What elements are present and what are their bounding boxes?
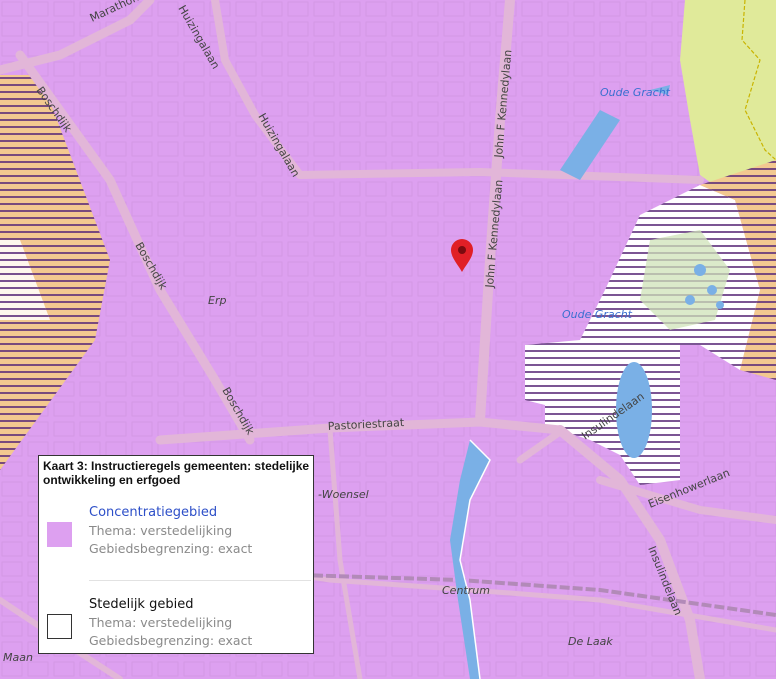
label-oude-gracht-mid: Oude Gracht (562, 308, 633, 321)
legend-swatch-stedelijk-gebied (47, 614, 72, 639)
legend-title: Kaart 3: Instructieregels gemeenten: ste… (43, 459, 310, 487)
label-maan: Maan (3, 651, 33, 664)
label-de-laak: De Laak (568, 635, 613, 648)
legend-item-name: Concentratiegebied (89, 505, 218, 520)
map-legend: Kaart 3: Instructieregels gemeenten: ste… (38, 455, 314, 654)
label-woensel: -Woensel (318, 488, 369, 501)
legend-item-begrenzing: Gebiedsbegrenzing: exact (89, 541, 253, 556)
label-centrum: Centrum (442, 584, 490, 597)
legend-swatch-concentratiegebied (47, 522, 72, 547)
label-oude-gracht-top: Oude Gracht (600, 86, 671, 99)
legend-item-thema: Thema: verstedelijking (89, 523, 233, 538)
legend-item-name: Stedelijk gebied (89, 597, 194, 612)
legend-item-begrenzing: Gebiedsbegrenzing: exact (89, 633, 253, 648)
legend-separator (89, 580, 311, 581)
label-erp: Erp (208, 294, 226, 307)
legend-item-thema: Thema: verstedelijking (89, 615, 233, 630)
